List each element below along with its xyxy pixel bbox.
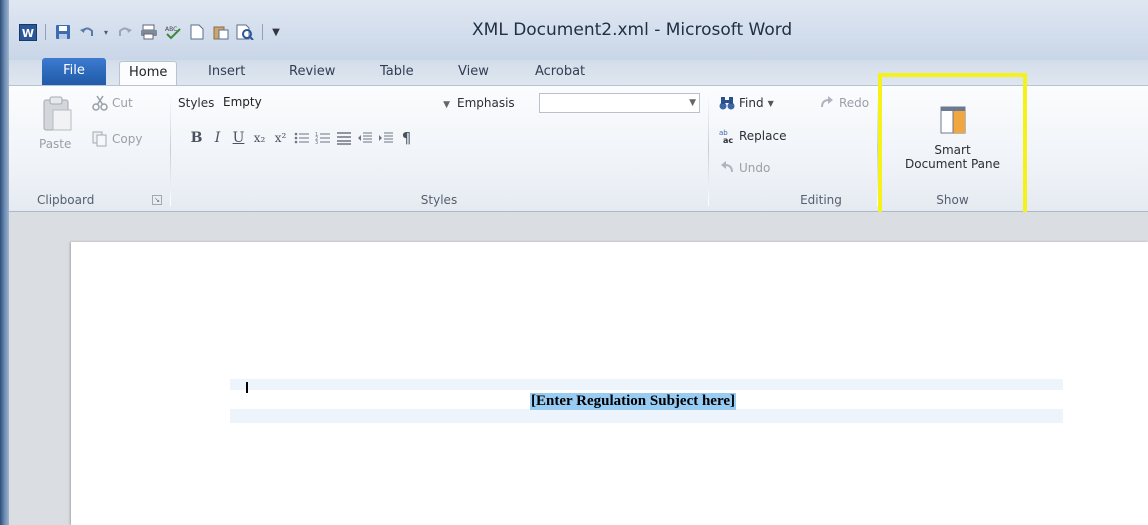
numbered-list-button[interactable]: 123 [312, 128, 333, 148]
clipboard-group: Paste Cut Copy Clipboard ↘ [9, 86, 169, 213]
undo-icon [721, 161, 733, 173]
tab-table[interactable]: Table [371, 61, 423, 85]
word-window: W ▾ ABC ▼ XML Document2.xml - Microsoft … [9, 0, 1148, 525]
increase-indent-icon [378, 132, 393, 143]
styles-combo-value: Empty [223, 95, 262, 109]
binoculars-icon [719, 97, 735, 110]
styles-combo[interactable]: Empty ▼ [220, 93, 453, 113]
window-title: XML Document2.xml - Microsoft Word [472, 20, 793, 40]
tab-file[interactable]: File [42, 58, 106, 85]
bold-button[interactable]: B [186, 128, 207, 148]
word-logo-icon[interactable]: W [19, 23, 37, 41]
replace-icon: abac [719, 129, 733, 144]
show-formatting-button[interactable]: ¶ [396, 128, 417, 148]
spelling-icon[interactable]: ABC [164, 23, 182, 41]
customize-qat-icon[interactable]: ▼ [271, 23, 281, 41]
paragraph-band [230, 409, 1063, 423]
desktop-edge [0, 0, 9, 525]
document-area[interactable]: [Enter Regulation Subject here] [9, 212, 1148, 525]
clipboard-launcher-icon[interactable]: ↘ [152, 195, 162, 205]
styles-group: Styles Empty ▼ Emphasis ▼ B I U x₂ x² 1 … [171, 86, 707, 213]
styles-combo-label: Styles [178, 96, 215, 110]
undo-dropdown-icon[interactable]: ▾ [102, 23, 110, 41]
redo-icon[interactable] [116, 23, 134, 41]
text-cursor [246, 382, 248, 393]
redo-button[interactable]: Redo [819, 95, 869, 111]
clipboard-paste-icon [43, 96, 72, 131]
tab-insert[interactable]: Insert [199, 61, 254, 85]
print-preview-icon[interactable] [236, 23, 254, 41]
tab-review[interactable]: Review [280, 61, 344, 85]
format-toolbar: B I U x₂ x² 123 ¶ [186, 128, 417, 148]
save-icon[interactable] [54, 23, 72, 41]
numbered-list-icon: 123 [315, 132, 330, 145]
cut-label: Cut [112, 96, 133, 110]
subscript-button[interactable]: x₂ [249, 128, 270, 148]
emphasis-label: Emphasis [457, 96, 515, 110]
replace-button[interactable]: ab ac Replace [719, 128, 786, 144]
replace-label: Replace [739, 129, 787, 143]
find-button[interactable]: Find ▼ [719, 95, 774, 111]
justify-icon [336, 132, 351, 145]
emphasis-combo[interactable]: ▼ [539, 93, 700, 113]
new-document-icon[interactable] [188, 23, 206, 41]
title-bar: W ▾ ABC ▼ XML Document2.xml - Microsoft … [9, 0, 1148, 60]
styles-group-label: Styles [420, 193, 458, 207]
tab-view[interactable]: View [449, 61, 498, 85]
bullet-list-button[interactable] [291, 128, 312, 148]
decrease-indent-button[interactable] [354, 128, 375, 148]
document-page[interactable]: [Enter Regulation Subject here] [71, 242, 1148, 525]
annotation-highlight-box [878, 73, 1027, 220]
quick-access-toolbar: W ▾ ABC ▼ [19, 21, 281, 43]
paste-label: Paste [39, 137, 72, 151]
undo-label: Undo [739, 161, 771, 175]
increase-indent-button[interactable] [375, 128, 396, 148]
paste-icon[interactable] [212, 23, 230, 41]
regulation-subject-placeholder[interactable]: [Enter Regulation Subject here] [530, 393, 737, 410]
justify-button[interactable] [333, 128, 354, 148]
print-icon[interactable] [140, 23, 158, 41]
underline-button[interactable]: U [228, 128, 249, 148]
copy-label: Copy [112, 132, 143, 146]
chevron-down-icon: ▼ [689, 98, 696, 108]
tab-acrobat[interactable]: Acrobat [526, 61, 594, 85]
svg-text:3: 3 [315, 140, 318, 145]
redo-label: Redo [839, 96, 870, 110]
qat-divider [45, 24, 46, 40]
redo-icon [821, 96, 833, 108]
qat-divider [262, 24, 263, 40]
italic-button[interactable]: I [207, 128, 228, 148]
paste-button[interactable]: Paste [39, 96, 79, 152]
undo-button[interactable]: Undo [719, 160, 770, 176]
copy-icon [92, 131, 107, 147]
find-dropdown-icon: ▼ [767, 98, 774, 108]
svg-text:ac: ac [723, 136, 733, 144]
copy-button[interactable]: Copy [92, 131, 142, 147]
superscript-button[interactable]: x² [270, 128, 291, 148]
cut-button[interactable]: Cut [92, 95, 133, 111]
svg-text:ABC: ABC [165, 26, 177, 33]
undo-icon[interactable] [78, 23, 96, 41]
tab-home[interactable]: Home [119, 61, 178, 85]
editing-group: Find ▼ Redo ab ac Replace Undo Editing [709, 86, 877, 213]
paragraph-band [230, 379, 1063, 390]
decrease-indent-icon [357, 132, 372, 143]
chevron-down-icon: ▼ [443, 100, 450, 110]
bullet-list-icon [294, 132, 309, 144]
find-label: Find [739, 96, 764, 110]
scissors-icon [92, 95, 108, 111]
